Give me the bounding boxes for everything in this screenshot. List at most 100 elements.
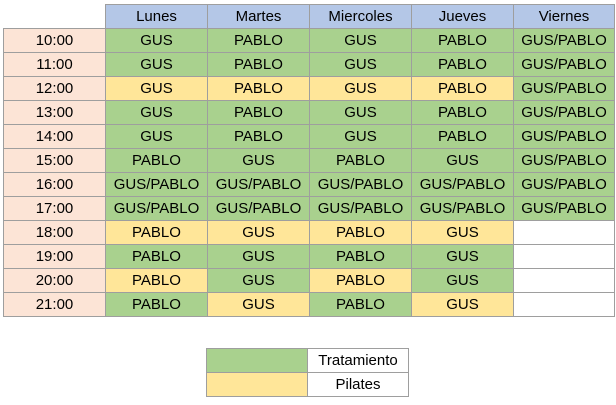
legend-table: Tratamiento Pilates: [206, 348, 409, 397]
schedule-cell: PABLO: [207, 124, 310, 149]
schedule-cell: GUS: [309, 124, 412, 149]
schedule-row: 14:00 GUS PABLO GUS PABLO GUS/PABLO: [3, 124, 615, 149]
empty-cell: [513, 244, 615, 269]
schedule-cell: GUS/PABLO: [309, 196, 412, 221]
schedule-cell: PABLO: [411, 100, 514, 125]
time-cell: 17:00: [3, 196, 106, 221]
schedule-cell: PABLO: [105, 220, 208, 245]
schedule-cell: GUS: [411, 220, 514, 245]
legend-swatch: [206, 372, 308, 397]
schedule-cell: GUS/PABLO: [513, 148, 615, 173]
schedule-cell: GUS: [105, 100, 208, 125]
time-cell: 19:00: [3, 244, 106, 269]
schedule-cell: GUS/PABLO: [309, 172, 412, 197]
schedule-cell: GUS/PABLO: [513, 196, 615, 221]
day-header: Martes: [207, 4, 310, 29]
legend-swatch: [206, 348, 308, 373]
schedule-cell: GUS: [309, 28, 412, 53]
schedule-row: 20:00 PABLO GUS PABLO GUS: [3, 268, 615, 293]
schedule-cell: PABLO: [309, 244, 412, 269]
schedule-cell: GUS/PABLO: [411, 172, 514, 197]
schedule-cell: GUS/PABLO: [513, 28, 615, 53]
schedule-cell: PABLO: [411, 28, 514, 53]
schedule-cell: GUS/PABLO: [411, 196, 514, 221]
schedule-cell: GUS/PABLO: [513, 52, 615, 77]
schedule-cell: GUS: [207, 268, 310, 293]
time-cell: 12:00: [3, 76, 106, 101]
schedule-cell: GUS: [309, 100, 412, 125]
legend-label: Pilates: [307, 372, 409, 397]
schedule-row: 15:00 PABLO GUS PABLO GUS GUS/PABLO: [3, 148, 615, 173]
schedule-cell: PABLO: [309, 220, 412, 245]
schedule-cell: GUS: [207, 244, 310, 269]
time-cell: 13:00: [3, 100, 106, 125]
schedule-body: 10:00 GUS PABLO GUS PABLO GUS/PABLO 11:00 GUS PA…: [3, 28, 615, 317]
legend-body: Tratamiento Pilates: [206, 348, 409, 397]
time-cell: 16:00: [3, 172, 106, 197]
schedule-row: 10:00 GUS PABLO GUS PABLO GUS/PABLO: [3, 28, 615, 53]
legend-row: Pilates: [206, 372, 409, 397]
time-cell: 10:00: [3, 28, 106, 53]
schedule-row: 19:00 PABLO GUS PABLO GUS: [3, 244, 615, 269]
empty-cell: [513, 220, 615, 245]
schedule-cell: GUS/PABLO: [105, 196, 208, 221]
schedule-row: 16:00 GUS/PABLO GUS/PABLO GUS/PABLO GUS/PABL…: [3, 172, 615, 197]
day-header: Viernes: [513, 4, 615, 29]
schedule-cell: GUS/PABLO: [207, 172, 310, 197]
schedule-row: 12:00 GUS PABLO GUS PABLO GUS/PABLO: [3, 76, 615, 101]
legend-label: Tratamiento: [307, 348, 409, 373]
schedule-cell: PABLO: [411, 76, 514, 101]
schedule-cell: GUS: [207, 220, 310, 245]
schedule-row: 21:00 PABLO GUS PABLO GUS: [3, 292, 615, 317]
header-row: Lunes Martes Miercoles Jueves Viernes: [3, 4, 615, 29]
schedule-cell: GUS/PABLO: [513, 172, 615, 197]
empty-cell: [513, 268, 615, 293]
schedule-row: 13:00 GUS PABLO GUS PABLO GUS/PABLO: [3, 100, 615, 125]
time-cell: 21:00: [3, 292, 106, 317]
time-cell: 20:00: [3, 268, 106, 293]
schedule-cell: GUS: [207, 148, 310, 173]
schedule-cell: PABLO: [105, 268, 208, 293]
schedule-cell: PABLO: [105, 148, 208, 173]
schedule-table: Lunes Martes Miercoles Jueves Viernes 10…: [3, 4, 615, 317]
schedule-row: 11:00 GUS PABLO GUS PABLO GUS/PABLO: [3, 52, 615, 77]
schedule-cell: PABLO: [309, 292, 412, 317]
schedule-cell: GUS/PABLO: [513, 124, 615, 149]
schedule-cell: GUS: [411, 148, 514, 173]
schedule-cell: PABLO: [411, 52, 514, 77]
schedule-cell: PABLO: [105, 292, 208, 317]
schedule-cell: GUS: [411, 244, 514, 269]
schedule-cell: GUS: [105, 124, 208, 149]
schedule-cell: GUS: [105, 52, 208, 77]
schedule-cell: PABLO: [207, 28, 310, 53]
schedule-row: 17:00 GUS/PABLO GUS/PABLO GUS/PABLO GUS/PABL…: [3, 196, 615, 221]
day-header: Miercoles: [309, 4, 412, 29]
schedule-cell: GUS: [207, 292, 310, 317]
legend-row: Tratamiento: [206, 348, 409, 373]
schedule-cell: GUS/PABLO: [513, 100, 615, 125]
schedule-cell: PABLO: [309, 268, 412, 293]
schedule-cell: PABLO: [207, 100, 310, 125]
time-cell: 11:00: [3, 52, 106, 77]
schedule-cell: GUS/PABLO: [207, 196, 310, 221]
corner-cell: [3, 4, 106, 29]
schedule-cell: GUS: [411, 292, 514, 317]
time-cell: 18:00: [3, 220, 106, 245]
schedule-cell: PABLO: [309, 148, 412, 173]
schedule-cell: GUS: [105, 28, 208, 53]
time-cell: 15:00: [3, 148, 106, 173]
schedule-cell: PABLO: [105, 244, 208, 269]
schedule-cell: PABLO: [207, 76, 310, 101]
day-header: Jueves: [411, 4, 514, 29]
schedule-row: 18:00 PABLO GUS PABLO GUS: [3, 220, 615, 245]
schedule-cell: GUS: [309, 52, 412, 77]
schedule-cell: PABLO: [207, 52, 310, 77]
time-cell: 14:00: [3, 124, 106, 149]
schedule-cell: PABLO: [411, 124, 514, 149]
empty-cell: [513, 292, 615, 317]
schedule-cell: GUS/PABLO: [105, 172, 208, 197]
schedule-cell: GUS: [309, 76, 412, 101]
schedule-cell: GUS: [411, 268, 514, 293]
schedule-cell: GUS/PABLO: [513, 76, 615, 101]
schedule-cell: GUS: [105, 76, 208, 101]
